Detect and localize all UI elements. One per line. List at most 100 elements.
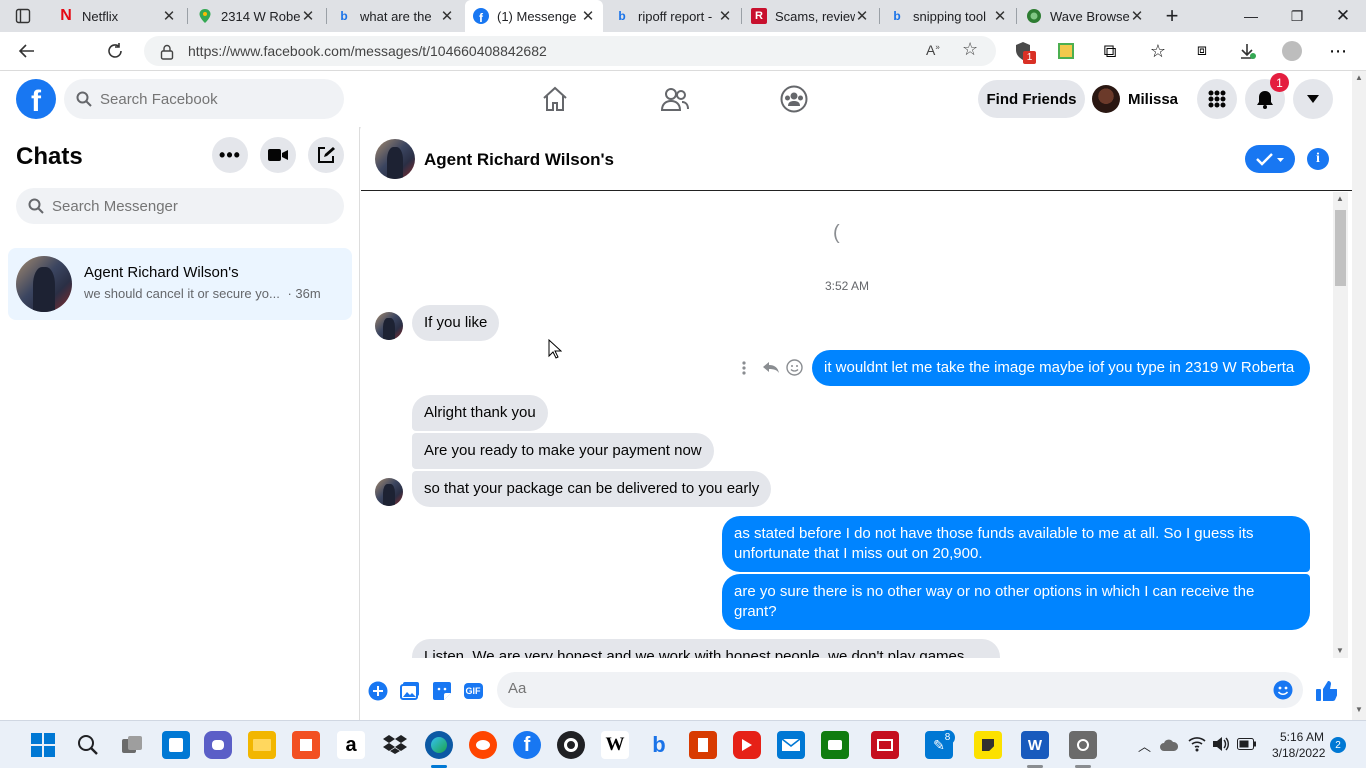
show-hidden-icons-button[interactable]: ︿ — [1138, 736, 1151, 755]
contact-avatar[interactable] — [375, 139, 415, 179]
address-bar[interactable]: https://www.facebook.com/messages/t/1046… — [144, 36, 996, 66]
find-friends-button[interactable]: Find Friends — [978, 80, 1085, 118]
messaging-app-button[interactable] — [821, 731, 849, 759]
scroll-down-icon[interactable]: ▼ — [1336, 646, 1344, 655]
minimize-button[interactable]: — — [1228, 0, 1274, 32]
message-options-icon[interactable] — [741, 360, 747, 376]
read-aloud-icon[interactable]: A» — [926, 42, 940, 58]
tab-messenger[interactable]: f (1) Messenge ✕ — [465, 0, 603, 32]
send-like-button[interactable] — [1315, 680, 1337, 702]
tab-maps[interactable]: 2314 W Robe ✕ — [189, 0, 323, 32]
close-window-button[interactable]: ✕ — [1320, 0, 1366, 32]
restore-button[interactable]: ❐ — [1274, 0, 1320, 32]
file-explorer-button[interactable] — [248, 731, 276, 759]
microsoft-store-button[interactable] — [292, 731, 320, 759]
tab-wave-browser[interactable]: Wave Browse ✕ — [1018, 0, 1152, 32]
account-menu-button[interactable] — [1293, 79, 1333, 119]
task-view-button[interactable] — [118, 731, 146, 759]
new-message-button[interactable] — [308, 137, 344, 173]
incoming-message[interactable]: so that your package can be delivered to… — [412, 471, 772, 507]
scroll-up-icon[interactable]: ▲ — [1336, 194, 1344, 203]
mail-button[interactable] — [777, 731, 805, 759]
groups-nav-button[interactable] — [772, 79, 816, 119]
teams-chat-button[interactable] — [204, 731, 232, 759]
office-button[interactable] — [689, 731, 717, 759]
message-input[interactable] — [508, 680, 1208, 697]
extensions-button[interactable]: ⧉ — [1099, 40, 1121, 62]
reply-icon[interactable] — [762, 360, 780, 374]
volume-icon[interactable] — [1212, 736, 1230, 752]
downloads-button[interactable] — [1236, 40, 1258, 62]
tab-ripoff-search[interactable]: b ripoff report - ✕ — [606, 0, 740, 32]
wifi-icon[interactable] — [1188, 736, 1206, 752]
close-tab-icon[interactable]: ✕ — [1130, 7, 1144, 25]
sticker-button[interactable] — [431, 680, 453, 702]
extension-notes-button[interactable] — [1055, 40, 1077, 62]
close-tab-icon[interactable]: ✕ — [993, 7, 1007, 25]
opera-app-button[interactable] — [557, 731, 585, 759]
favorites-button[interactable]: ☆ — [1147, 40, 1169, 62]
chat-list-item[interactable]: Agent Richard Wilson's we should cancel … — [8, 248, 352, 320]
facebook-logo[interactable]: f — [16, 79, 56, 119]
widgets-button[interactable] — [162, 731, 190, 759]
scroll-thumb[interactable] — [1335, 210, 1346, 286]
messenger-search-input[interactable] — [52, 197, 312, 215]
conversation-info-button[interactable]: i — [1307, 148, 1329, 170]
menu-button[interactable] — [1197, 79, 1237, 119]
scroll-down-icon[interactable]: ▼ — [1355, 705, 1363, 714]
home-nav-button[interactable] — [533, 79, 577, 119]
collections-button[interactable]: ⧈ — [1191, 40, 1213, 62]
notification-center-badge[interactable]: 2 — [1330, 737, 1346, 753]
messenger-search[interactable] — [16, 188, 344, 224]
tab-netflix[interactable]: N Netflix ✕ — [50, 0, 184, 32]
close-tab-icon[interactable]: ✕ — [162, 7, 176, 25]
tab-bing-search[interactable]: b what are the ✕ — [328, 0, 462, 32]
word-button[interactable]: W — [1021, 731, 1049, 759]
reddit-button[interactable] — [469, 731, 497, 759]
start-button[interactable] — [29, 731, 57, 759]
browser-profile-button[interactable] — [1281, 40, 1303, 62]
gif-button[interactable]: GIF — [462, 680, 484, 702]
attach-photo-button[interactable] — [399, 680, 421, 702]
favorite-star-icon[interactable]: ☆ — [962, 39, 978, 60]
emoji-icon[interactable] — [1273, 680, 1293, 700]
chat-options-button[interactable]: ••• — [212, 137, 248, 173]
close-tab-icon[interactable]: ✕ — [581, 7, 595, 25]
bing-app-button[interactable]: b — [645, 731, 673, 759]
close-tab-icon[interactable]: ✕ — [440, 7, 454, 25]
onedrive-icon[interactable] — [1160, 737, 1178, 753]
system-clock[interactable]: 5:16 AM 3/18/2022 — [1272, 729, 1325, 761]
wikipedia-button[interactable]: W — [601, 731, 629, 759]
edge-browser-button[interactable] — [425, 731, 453, 759]
close-tab-icon[interactable]: ✕ — [718, 7, 732, 25]
incoming-message[interactable]: If you like — [412, 305, 500, 341]
outgoing-message[interactable]: as stated before I do not have those fun… — [722, 516, 1310, 572]
page-scrollbar[interactable]: ▲ ▼ — [1352, 71, 1366, 720]
outgoing-message[interactable]: are yo sure there is no other way or no … — [722, 574, 1310, 630]
tab-scams-review[interactable]: R Scams, review ✕ — [743, 0, 877, 32]
react-emoji-icon[interactable] — [786, 359, 803, 376]
incoming-message[interactable]: Alright thank you — [412, 395, 548, 431]
facebook-app-button[interactable]: f — [513, 731, 541, 759]
extension-shield-button[interactable]: 1 — [1012, 40, 1036, 64]
new-room-button[interactable] — [260, 137, 296, 173]
dropbox-button[interactable] — [381, 731, 409, 759]
news-app-button[interactable] — [871, 731, 899, 759]
back-button[interactable] — [12, 36, 42, 66]
amazon-app-button[interactable]: a — [337, 731, 365, 759]
facebook-search-input[interactable] — [100, 90, 320, 108]
youtube-button[interactable] — [733, 731, 761, 759]
friends-nav-button[interactable] — [653, 79, 697, 119]
contact-name[interactable]: Agent Richard Wilson's — [424, 150, 614, 170]
battery-icon[interactable] — [1237, 738, 1257, 750]
tab-actions-button[interactable] — [0, 0, 46, 32]
settings-menu-button[interactable]: ⋯ — [1327, 40, 1349, 62]
close-tab-icon[interactable]: ✕ — [855, 7, 869, 25]
new-tab-button[interactable]: + — [1158, 0, 1186, 32]
more-actions-button[interactable] — [367, 680, 389, 702]
camera-button[interactable] — [1069, 731, 1097, 759]
refresh-button[interactable] — [100, 36, 130, 66]
tab-snipping-search[interactable]: b snipping tool ✕ — [881, 0, 1015, 32]
incoming-message[interactable]: Are you ready to make your payment now — [412, 433, 714, 469]
scroll-up-icon[interactable]: ▲ — [1355, 73, 1363, 82]
